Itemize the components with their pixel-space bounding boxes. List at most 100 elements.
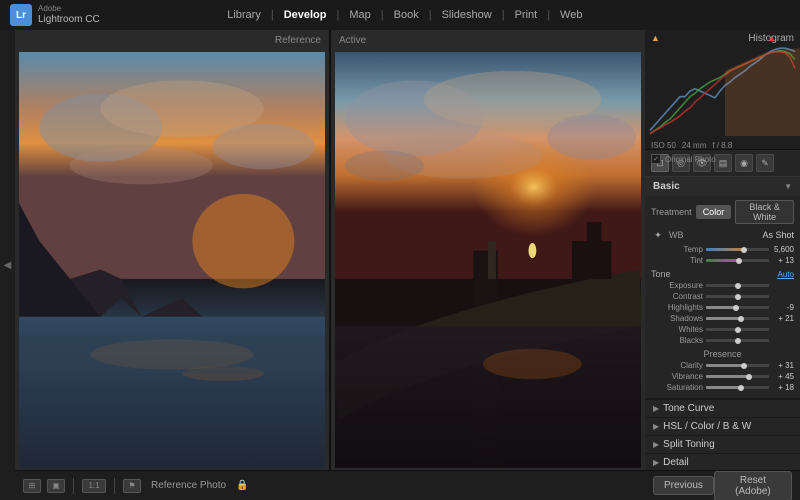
split-toning-section[interactable]: ▶ Split Toning xyxy=(645,435,800,453)
nav-develop[interactable]: Develop xyxy=(274,5,337,25)
reference-photo-label: Reference Photo xyxy=(151,480,226,491)
lens-value: 24 mm xyxy=(682,141,706,150)
clarity-slider[interactable] xyxy=(706,364,769,367)
tone-section-header: Tone Auto xyxy=(651,269,794,279)
blacks-label: Blacks xyxy=(651,336,703,345)
tint-value: + 13 xyxy=(772,256,794,265)
contrast-label: Contrast xyxy=(651,292,703,301)
clarity-value: + 31 xyxy=(772,361,794,370)
saturation-value: + 18 xyxy=(772,383,794,392)
separator2 xyxy=(114,478,115,494)
highlights-slider[interactable] xyxy=(706,306,769,309)
active-photo-bg xyxy=(335,52,641,468)
hsl-section[interactable]: ▶ HSL / Color / B & W xyxy=(645,417,800,435)
exposure-label: Exposure xyxy=(651,281,703,290)
temp-value: 5,600 xyxy=(772,245,794,254)
left-panel-toggle[interactable]: ◀ xyxy=(0,30,15,500)
vibrance-slider-row: Vibrance + 45 xyxy=(651,372,794,381)
original-photo-label: Original Photo xyxy=(665,155,716,164)
saturation-slider[interactable] xyxy=(706,386,769,389)
active-photo xyxy=(335,52,641,468)
main-layout: ◀ Reference xyxy=(0,30,800,500)
tone-curve-section[interactable]: ▶ Tone Curve xyxy=(645,399,800,417)
overexposure-warning-icon: ▲ xyxy=(651,33,660,43)
contrast-slider[interactable] xyxy=(706,295,769,298)
iso-value: ISO 50 xyxy=(651,141,676,150)
saturation-label: Saturation xyxy=(651,383,703,392)
logo-area: Lr Adobe Lightroom CC xyxy=(10,4,100,26)
tint-label: Tint xyxy=(651,256,703,265)
treatment-label: Treatment xyxy=(651,207,692,217)
nav-book[interactable]: Book xyxy=(384,5,429,25)
histogram-section: Histogram ▲ ▲ ISO 50 24 mm f / 8.8 xyxy=(645,30,800,150)
previous-button[interactable]: Previous xyxy=(653,476,714,495)
wb-row: ✦ WB As Shot xyxy=(651,228,794,242)
whites-slider[interactable] xyxy=(706,328,769,331)
basic-panel-title: Basic xyxy=(653,181,680,192)
color-treatment-btn[interactable]: Color xyxy=(696,205,732,219)
reference-pane: Reference xyxy=(15,30,329,470)
temp-slider[interactable] xyxy=(706,248,769,251)
split-toning-collapse-icon: ▶ xyxy=(653,440,659,449)
nav-map[interactable]: Map xyxy=(339,5,380,25)
detail-label: Detail xyxy=(663,457,689,468)
center-area: Reference xyxy=(15,30,645,500)
basic-panel: Basic ▼ Treatment Color Black & White ✦ … xyxy=(645,177,800,399)
blacks-slider[interactable] xyxy=(706,339,769,342)
basic-panel-collapse-icon: ▼ xyxy=(784,182,792,191)
flag-icon[interactable]: ⚑ xyxy=(123,479,141,493)
temp-label: Temp xyxy=(651,245,703,254)
exposure-slider[interactable] xyxy=(706,284,769,287)
photos-container: Reference xyxy=(15,30,645,470)
reference-photo-overlay xyxy=(19,52,325,468)
split-toning-label: Split Toning xyxy=(663,439,715,450)
original-photo-checkbox[interactable]: ✓ xyxy=(651,154,661,164)
eyedropper-icon[interactable]: ✦ xyxy=(651,228,665,242)
bw-treatment-btn[interactable]: Black & White xyxy=(735,200,794,224)
vibrance-slider[interactable] xyxy=(706,375,769,378)
auto-tone-btn[interactable]: Auto xyxy=(778,270,794,279)
nav-print[interactable]: Print xyxy=(505,5,548,25)
nav-slideshow[interactable]: Slideshow xyxy=(432,5,502,25)
whites-slider-row: Whites xyxy=(651,325,794,334)
clarity-label: Clarity xyxy=(651,361,703,370)
right-bottom-bar: Previous Reset (Adobe) xyxy=(645,470,800,500)
shadows-slider-row: Shadows + 21 xyxy=(651,314,794,323)
detail-section[interactable]: ▶ Detail xyxy=(645,453,800,470)
hsl-collapse-icon: ▶ xyxy=(653,422,659,431)
nav-library[interactable]: Library xyxy=(217,5,271,25)
separator xyxy=(73,478,74,494)
active-photo-overlay xyxy=(335,52,641,468)
reset-button[interactable]: Reset (Adobe) xyxy=(714,471,792,500)
reference-photo xyxy=(19,52,325,468)
presence-label: Presence xyxy=(651,349,794,359)
compare-view-icon[interactable]: ▣ xyxy=(47,479,65,493)
shadows-slider[interactable] xyxy=(706,317,769,320)
basic-panel-content: Treatment Color Black & White ✦ WB As Sh… xyxy=(645,196,800,398)
whites-label: Whites xyxy=(651,325,703,334)
wb-value: As Shot xyxy=(762,230,794,240)
treatment-row: Treatment Color Black & White xyxy=(651,200,794,224)
grid-view-icon[interactable]: ⊞ xyxy=(23,479,41,493)
highlights-slider-row: Highlights -9 xyxy=(651,303,794,312)
histogram-info: ISO 50 24 mm f / 8.8 xyxy=(645,139,800,152)
basic-panel-header[interactable]: Basic ▼ xyxy=(645,177,800,196)
nav-web[interactable]: Web xyxy=(550,5,592,25)
histogram-chart xyxy=(645,46,800,136)
tone-curve-collapse-icon: ▶ xyxy=(653,404,659,413)
lock-icon: 🔒 xyxy=(236,480,248,491)
lr-logo: Lr xyxy=(10,4,32,26)
tone-label: Tone xyxy=(651,269,671,279)
tint-slider-row: Tint + 13 xyxy=(651,256,794,265)
bottom-bar: ⊞ ▣ 1:1 ⚑ Reference Photo 🔒 xyxy=(15,470,645,500)
zoom-icon[interactable]: 1:1 xyxy=(82,479,106,493)
reference-header: Reference xyxy=(15,30,329,50)
temp-slider-row: Temp 5,600 xyxy=(651,245,794,254)
active-label: Active xyxy=(339,35,366,46)
saturation-slider-row: Saturation + 18 xyxy=(651,383,794,392)
vibrance-value: + 45 xyxy=(772,372,794,381)
detail-collapse-icon: ▶ xyxy=(653,458,659,467)
highlights-label: Highlights xyxy=(651,303,703,312)
tint-slider[interactable] xyxy=(706,259,769,262)
shadows-label: Shadows xyxy=(651,314,703,323)
